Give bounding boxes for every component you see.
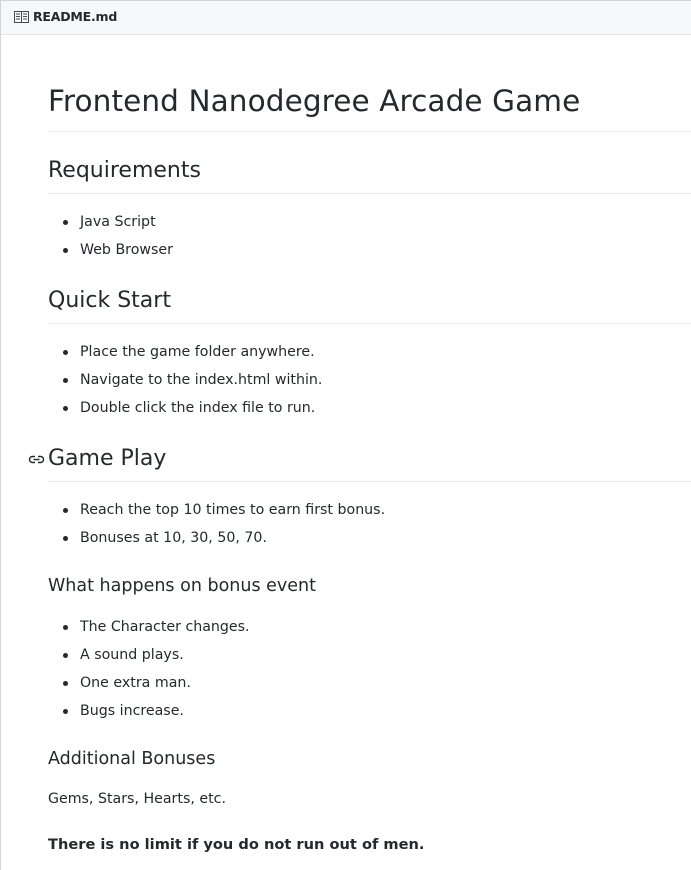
bullet — [63, 508, 68, 513]
list-item: Reach the top 10 times to earn first bon… — [48, 496, 385, 524]
bullet — [63, 350, 68, 355]
bullet — [63, 378, 68, 383]
requirements-divider — [48, 193, 691, 194]
game-play-list: Reach the top 10 times to earn first bon… — [48, 496, 385, 552]
closing-note: There is no limit if you do not run out … — [48, 836, 425, 853]
bullet — [63, 625, 68, 630]
requirements-list: Java Script Web Browser — [48, 208, 173, 264]
bullet — [63, 709, 68, 714]
quick-start-list: Place the game folder anywhere. Navigate… — [48, 338, 322, 422]
list-item: Web Browser — [48, 236, 173, 264]
list-item: Place the game folder anywhere. — [48, 338, 322, 366]
book-icon — [14, 11, 29, 23]
bonus-event-heading: What happens on bonus event — [48, 576, 316, 596]
bullet — [63, 220, 68, 225]
game-play-divider — [48, 481, 691, 482]
requirements-heading: Requirements — [48, 158, 201, 183]
bullet — [63, 536, 68, 541]
link-icon[interactable] — [28, 452, 45, 466]
list-item: Navigate to the index.html within. — [48, 366, 322, 394]
quick-start-divider — [48, 323, 691, 324]
bonus-event-list: The Character changes. A sound plays. On… — [48, 613, 250, 725]
quick-start-heading: Quick Start — [48, 288, 171, 313]
title-divider — [48, 131, 691, 132]
list-item: A sound plays. — [48, 641, 250, 669]
file-name: README.md — [33, 9, 118, 24]
page-title: Frontend Nanodegree Arcade Game — [48, 84, 581, 118]
bullet — [63, 653, 68, 658]
list-item: Bugs increase. — [48, 697, 250, 725]
game-play-heading: Game Play — [48, 446, 167, 471]
list-item: Java Script — [48, 208, 173, 236]
bullet — [63, 406, 68, 411]
additional-bonuses-heading: Additional Bonuses — [48, 749, 216, 769]
list-item: Bonuses at 10, 30, 50, 70. — [48, 524, 385, 552]
list-item: Double click the index file to run. — [48, 394, 322, 422]
file-header: README.md — [1, 1, 691, 35]
bullet — [63, 681, 68, 686]
list-item: One extra man. — [48, 669, 250, 697]
additional-bonuses-text: Gems, Stars, Hearts, etc. — [48, 791, 226, 807]
list-item: The Character changes. — [48, 613, 250, 641]
bullet — [63, 248, 68, 253]
